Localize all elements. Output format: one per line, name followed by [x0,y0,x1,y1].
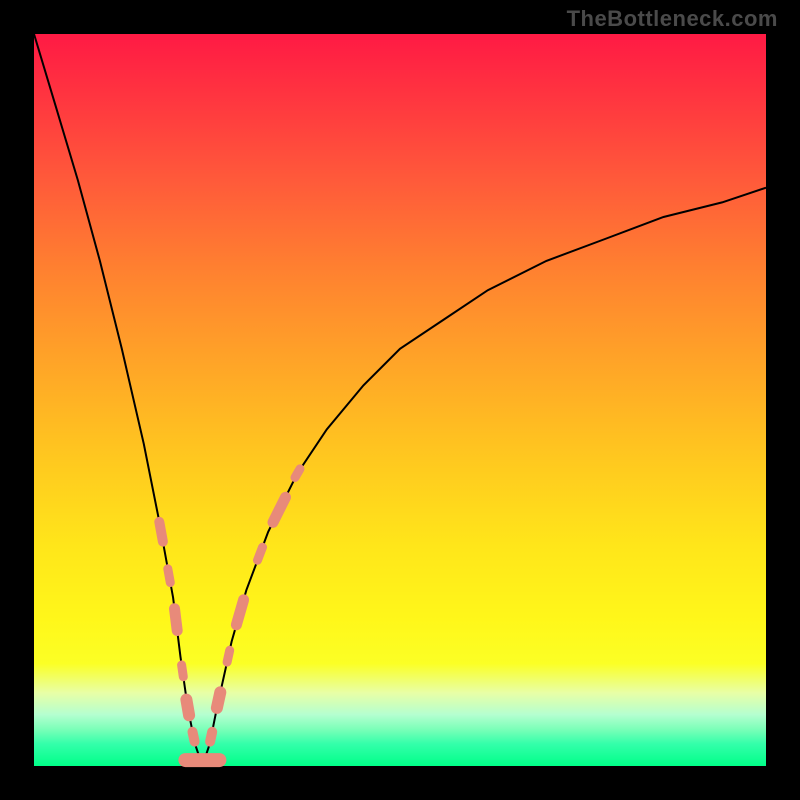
bead-segment [217,692,220,708]
bead-segment [258,547,263,560]
bead-segment [168,569,171,583]
bead-segment [159,522,163,542]
bead-cluster [159,469,300,760]
bead-segment [227,650,230,662]
bead-segment [186,700,189,716]
bead-segment [273,497,286,522]
bead-segment [193,732,195,742]
bead-segment [210,732,212,742]
bead-segment [295,469,300,478]
bottleneck-curve [34,34,766,766]
bead-segment [175,609,178,631]
bead-segment [236,600,243,625]
chart-svg [0,0,800,800]
bead-segment [182,665,184,677]
